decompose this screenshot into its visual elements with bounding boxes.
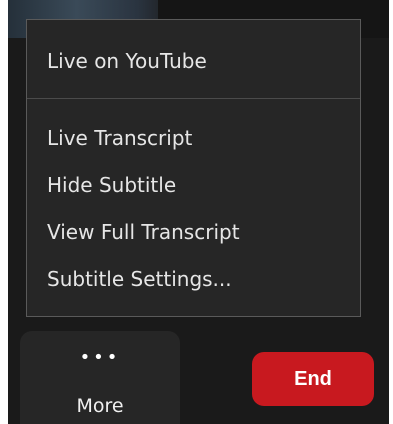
more-label: More <box>76 395 124 417</box>
end-meeting-button[interactable]: End <box>252 352 374 406</box>
menu-divider <box>27 98 360 99</box>
menu-item-subtitle-settings[interactable]: Subtitle Settings... <box>47 262 232 296</box>
menu-item-live-transcript[interactable]: Live Transcript <box>47 121 192 155</box>
zoom-meeting-window: Live on YouTube Live Transcript Hide Sub… <box>8 0 389 424</box>
menu-item-live-on-youtube[interactable]: Live on YouTube <box>47 44 207 78</box>
menu-item-hide-subtitle[interactable]: Hide Subtitle <box>47 168 176 202</box>
more-options-menu: Live on YouTube Live Transcript Hide Sub… <box>26 19 361 317</box>
menu-item-view-full-transcript[interactable]: View Full Transcript <box>47 215 240 249</box>
more-button[interactable]: ••• More <box>20 331 180 424</box>
more-dots-icon: ••• <box>79 347 121 368</box>
